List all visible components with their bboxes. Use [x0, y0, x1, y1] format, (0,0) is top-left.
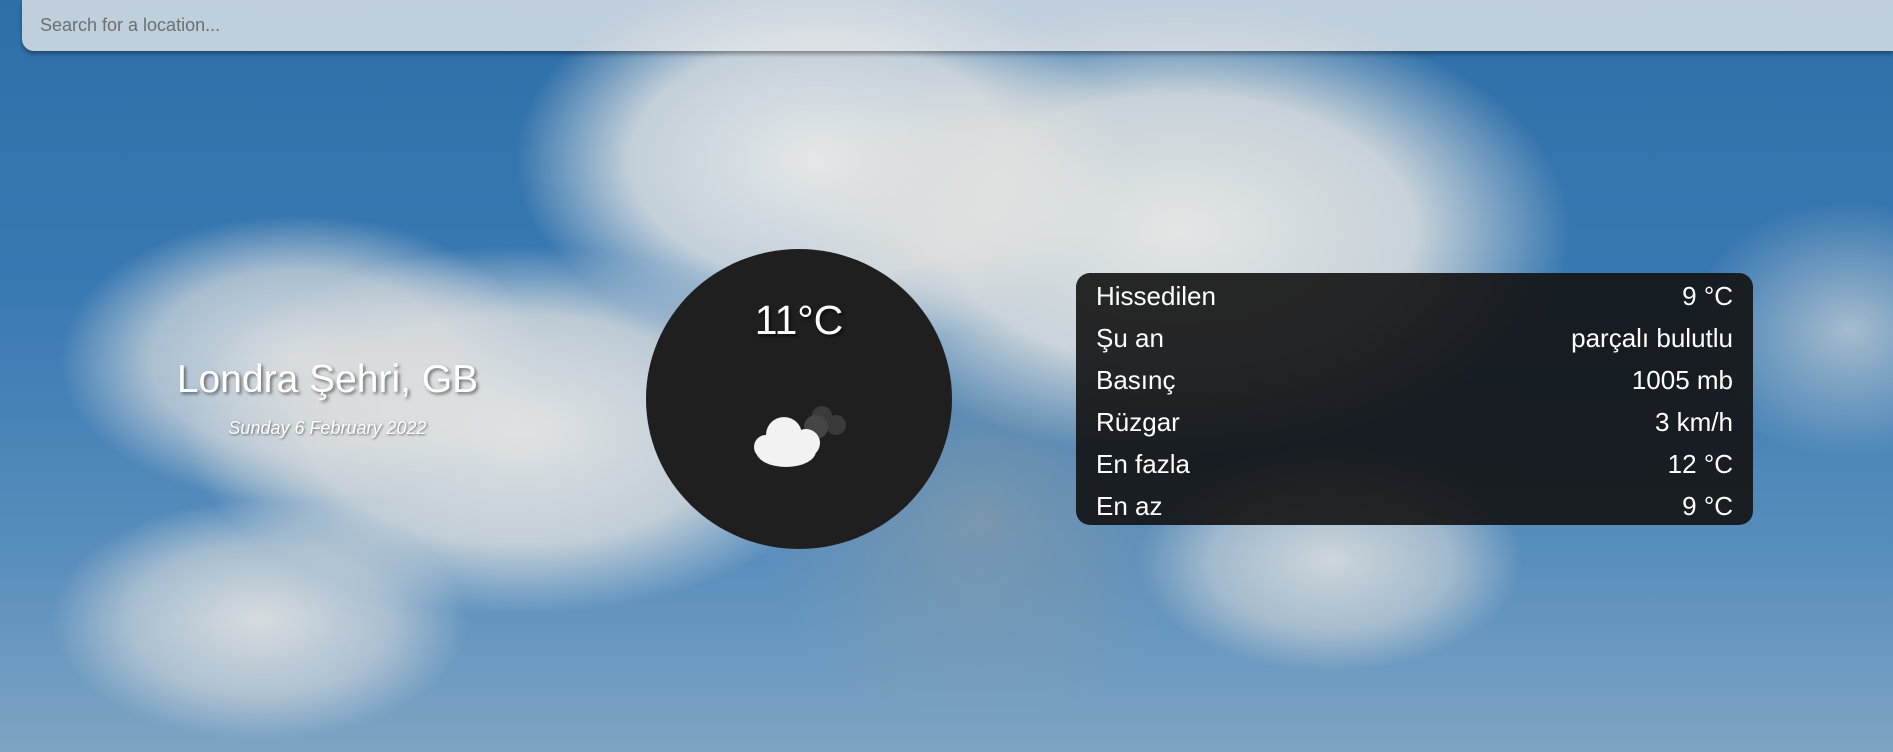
detail-value: 9 °C	[1682, 491, 1733, 521]
detail-value: 12 °C	[1667, 449, 1733, 479]
weather-details-panel: Hissedilen 9 °C Şu an parçalı bulutlu Ba…	[1076, 273, 1753, 525]
current-temperature: 11°C	[754, 297, 844, 343]
detail-row-condition: Şu an parçalı bulutlu	[1096, 319, 1733, 361]
detail-label: En fazla	[1096, 449, 1190, 479]
detail-label: En az	[1096, 491, 1163, 521]
detail-row-pressure: Basınç 1005 mb	[1096, 361, 1733, 403]
temperature-circle: 11°C	[646, 249, 952, 549]
detail-row-min-temp: En az 9 °C	[1096, 487, 1733, 529]
detail-label: Rüzgar	[1096, 407, 1180, 437]
detail-row-max-temp: En fazla 12 °C	[1096, 445, 1733, 487]
detail-label: Hissedilen	[1096, 281, 1216, 311]
detail-label: Şu an	[1096, 323, 1164, 353]
detail-label: Basınç	[1096, 365, 1176, 395]
location-block: Londra Şehri, GB Sunday 6 February 2022	[140, 358, 515, 439]
detail-row-feels-like: Hissedilen 9 °C	[1096, 277, 1733, 319]
detail-value: 1005 mb	[1631, 365, 1733, 395]
city-name: Londra Şehri, GB	[176, 358, 479, 401]
detail-value: 9 °C	[1682, 281, 1733, 311]
detail-value: 3 km/h	[1654, 407, 1733, 437]
detail-row-wind: Rüzgar 3 km/h	[1096, 403, 1733, 445]
search-input[interactable]	[38, 8, 1842, 42]
detail-value: parçalı bulutlu	[1571, 323, 1733, 353]
search-bar	[22, 0, 1893, 51]
partly-cloudy-icon	[754, 406, 846, 467]
current-date: Sunday 6 February 2022	[228, 418, 427, 438]
